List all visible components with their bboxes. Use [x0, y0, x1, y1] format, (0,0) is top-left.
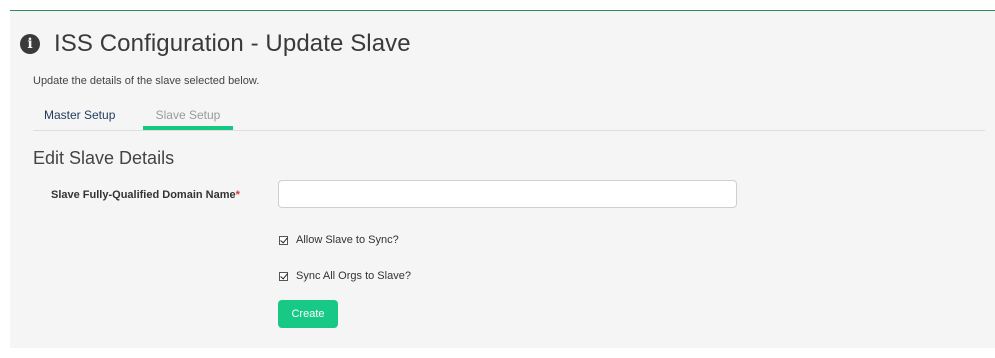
required-marker: *	[235, 189, 240, 201]
allow-sync-row[interactable]: Allow Slave to Sync?	[279, 234, 399, 246]
fqdn-input[interactable]	[278, 180, 737, 208]
sync-all-orgs-checkbox[interactable]	[279, 271, 288, 281]
allow-sync-checkbox[interactable]	[279, 235, 288, 245]
tab-bar: Master Setup Slave Setup	[33, 100, 985, 131]
info-circle-icon: i	[20, 34, 40, 54]
tab-master-setup[interactable]: Master Setup	[44, 108, 115, 122]
create-button[interactable]: Create	[278, 300, 338, 328]
page-subtitle: Update the details of the slave selected…	[33, 75, 260, 87]
active-tab-indicator	[143, 126, 233, 130]
fqdn-label-text: Slave Fully-Qualified Domain Name	[51, 189, 236, 201]
fqdn-label: Slave Fully-Qualified Domain Name*	[51, 189, 240, 201]
sync-all-orgs-row[interactable]: Sync All Orgs to Slave?	[279, 270, 411, 282]
tab-slave-setup[interactable]: Slave Setup	[143, 108, 233, 122]
page-header: i ISS Configuration - Update Slave	[20, 28, 411, 60]
section-title: Edit Slave Details	[33, 148, 175, 168]
allow-sync-label: Allow Slave to Sync?	[296, 234, 399, 246]
page-title: ISS Configuration - Update Slave	[54, 30, 411, 57]
sync-all-orgs-label: Sync All Orgs to Slave?	[296, 270, 411, 282]
